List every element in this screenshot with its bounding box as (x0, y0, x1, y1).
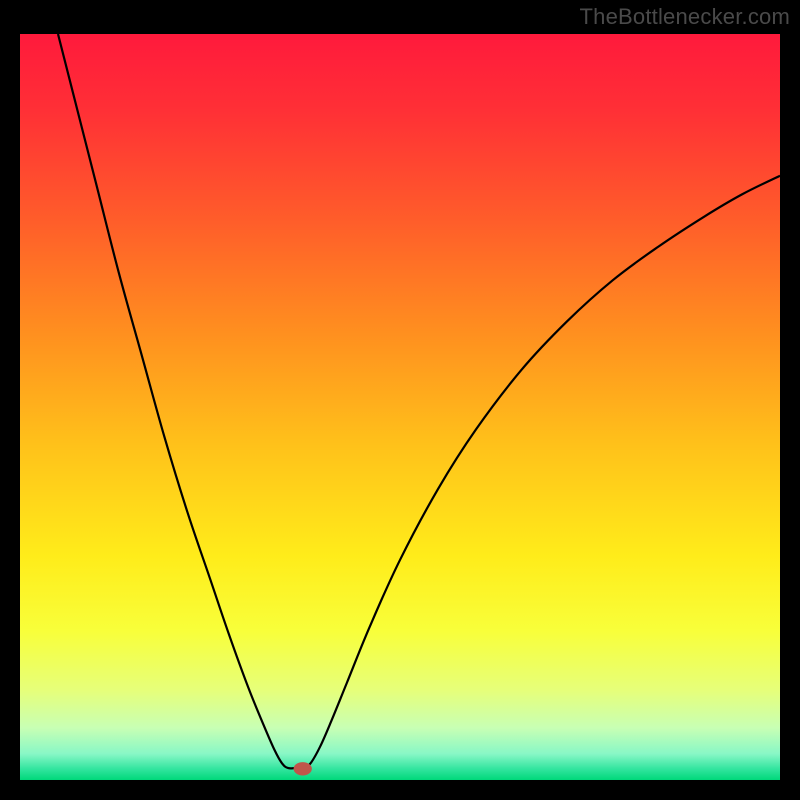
chart-background (20, 34, 780, 780)
chart-frame: TheBottleneсker.com (0, 0, 800, 800)
bottleneck-chart (20, 34, 780, 780)
watermark-text: TheBottleneсker.com (580, 4, 790, 30)
optimal-point-marker (294, 762, 312, 775)
